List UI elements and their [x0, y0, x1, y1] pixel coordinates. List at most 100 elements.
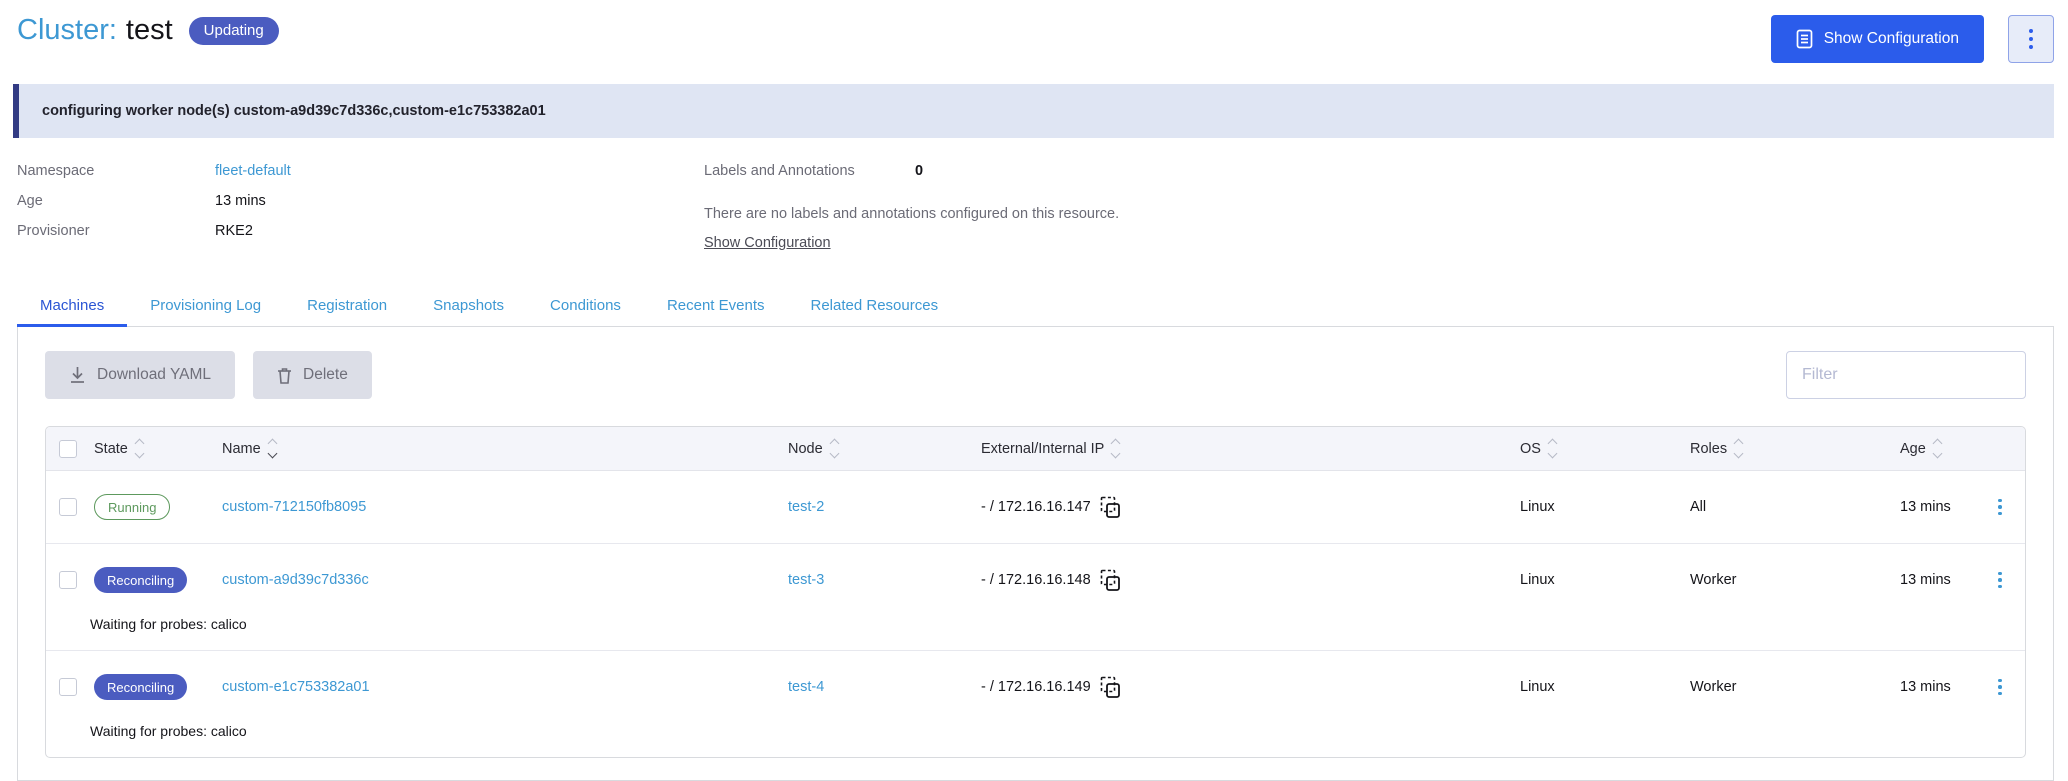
table-header-row: State Name Node External/Internal IP OS Roles… [46, 427, 2025, 471]
age-cell: 13 mins [1855, 499, 1975, 515]
cluster-type-label: Cluster: [17, 14, 117, 47]
tab-conditions[interactable]: Conditions [527, 285, 644, 326]
column-header-roles[interactable]: Roles [1645, 440, 1855, 457]
sort-carets-icon[interactable] [1735, 440, 1742, 457]
labels-annotations-label: Labels and Annotations [704, 156, 915, 186]
os-cell: Linux [1475, 499, 1645, 515]
row-checkbox[interactable] [59, 678, 77, 696]
tab-related-resources[interactable]: Related Resources [788, 285, 962, 326]
row-kebab-menu-button[interactable] [1985, 565, 2015, 595]
labels-annotations-empty-text: There are no labels and annotations conf… [704, 199, 2054, 229]
column-header-state[interactable]: State [90, 440, 220, 457]
copy-icon[interactable] [1100, 496, 1121, 519]
copy-icon[interactable] [1100, 569, 1121, 592]
ip-cell: - / 172.16.16.147 [975, 496, 1475, 519]
ip-value: - / 172.16.16.147 [981, 499, 1091, 515]
ip-value: - / 172.16.16.148 [981, 572, 1091, 588]
age-cell: 13 mins [1855, 679, 1975, 695]
header-kebab-menu-button[interactable] [2008, 15, 2054, 63]
column-header-name[interactable]: Name [220, 440, 775, 457]
node-cell: test-2 [775, 499, 975, 515]
node-cell: test-4 [775, 679, 975, 695]
node-link[interactable]: test-2 [788, 499, 824, 515]
column-label: External/Internal IP [981, 441, 1104, 457]
show-configuration-button[interactable]: Show Configuration [1771, 15, 1984, 63]
column-header-ip[interactable]: External/Internal IP [975, 440, 1475, 457]
tab-provisioning-log[interactable]: Provisioning Log [127, 285, 284, 326]
metadata-row: ProvisionerRKE2 [17, 216, 704, 246]
column-label: Node [788, 441, 823, 457]
name-cell: custom-a9d39c7d336c [220, 572, 775, 588]
show-configuration-link[interactable]: Show Configuration [704, 229, 831, 257]
roles-cell: All [1645, 499, 1855, 515]
row-checkbox-cell [46, 678, 90, 696]
vertical-dots-icon [1998, 572, 2002, 576]
download-yaml-button[interactable]: Download YAML [45, 351, 235, 399]
column-header-age[interactable]: Age [1855, 440, 1975, 457]
age-cell: 13 mins [1855, 572, 1975, 588]
sort-carets-icon[interactable] [136, 440, 143, 457]
os-value: Linux [1520, 572, 1555, 588]
download-icon [69, 366, 86, 384]
column-header-node[interactable]: Node [775, 440, 975, 457]
row-checkbox[interactable] [59, 498, 77, 516]
header-actions: Show Configuration [1771, 14, 2054, 63]
sort-carets-icon[interactable] [1934, 440, 1941, 457]
name-cell: custom-e1c753382a01 [220, 679, 775, 695]
column-label: State [94, 441, 128, 457]
column-label: Age [1900, 441, 1926, 457]
tab-bar: MachinesProvisioning LogRegistrationSnap… [17, 285, 2054, 327]
machine-name-link[interactable]: custom-a9d39c7d336c [222, 572, 369, 588]
roles-cell: Worker [1645, 679, 1855, 695]
page-title: Cluster: test Updating [17, 14, 279, 47]
document-icon [1796, 29, 1813, 49]
tab-registration[interactable]: Registration [284, 285, 410, 326]
age-value: 13 mins [1900, 572, 1951, 588]
select-all-checkbox[interactable] [59, 440, 77, 458]
node-link[interactable]: test-4 [788, 679, 824, 695]
metadata-fields: Namespacefleet-defaultAge13 minsProvisio… [17, 156, 704, 257]
row-kebab-menu-button[interactable] [1985, 672, 2015, 702]
os-value: Linux [1520, 679, 1555, 695]
row-checkbox[interactable] [59, 571, 77, 589]
node-cell: test-3 [775, 572, 975, 588]
machine-name-link[interactable]: custom-712150fb8095 [222, 499, 366, 515]
vertical-dots-icon [1998, 679, 2002, 683]
row-actions-cell [1975, 565, 2025, 595]
state-badge: Reconciling [94, 567, 187, 593]
sort-carets-icon[interactable] [1549, 440, 1556, 457]
sort-carets-icon[interactable] [1112, 440, 1119, 457]
metadata-label: Namespace [17, 156, 215, 186]
cluster-name: test [126, 14, 173, 47]
sort-carets-icon[interactable] [831, 440, 838, 457]
node-link[interactable]: test-3 [788, 572, 824, 588]
table-body: Running custom-712150fb8095 test-2 - / 172.… [46, 471, 2025, 757]
ip-cell: - / 172.16.16.149 [975, 676, 1475, 699]
metadata-row: Namespacefleet-default [17, 156, 704, 186]
delete-button[interactable]: Delete [253, 351, 372, 399]
os-cell: Linux [1475, 679, 1645, 695]
column-header-os[interactable]: OS [1475, 440, 1645, 457]
metadata-row: Age13 mins [17, 186, 704, 216]
filter-input[interactable] [1786, 351, 2026, 399]
banner-message: configuring worker node(s) custom-a9d39c… [42, 103, 546, 119]
state-badge: Running [94, 494, 170, 520]
tab-recent-events[interactable]: Recent Events [644, 285, 788, 326]
sort-carets-icon[interactable] [269, 440, 276, 457]
copy-icon[interactable] [1100, 676, 1121, 699]
metadata-value: RKE2 [215, 216, 253, 246]
table-row-main: Running custom-712150fb8095 test-2 - / 172.… [46, 471, 2025, 543]
column-label: OS [1520, 441, 1541, 457]
roles-value: Worker [1690, 572, 1736, 588]
delete-label: Delete [303, 366, 348, 384]
machine-name-link[interactable]: custom-e1c753382a01 [222, 679, 370, 695]
info-banner: configuring worker node(s) custom-a9d39c… [13, 84, 2054, 138]
vertical-dots-icon [2029, 29, 2033, 33]
metadata-value-link[interactable]: fleet-default [215, 156, 291, 186]
tab-snapshots[interactable]: Snapshots [410, 285, 527, 326]
state-cell: Reconciling [90, 567, 220, 593]
metadata-section: Namespacefleet-defaultAge13 minsProvisio… [17, 156, 2054, 257]
row-kebab-menu-button[interactable] [1985, 492, 2015, 522]
tab-machines[interactable]: Machines [17, 285, 127, 326]
row-checkbox-cell [46, 571, 90, 589]
